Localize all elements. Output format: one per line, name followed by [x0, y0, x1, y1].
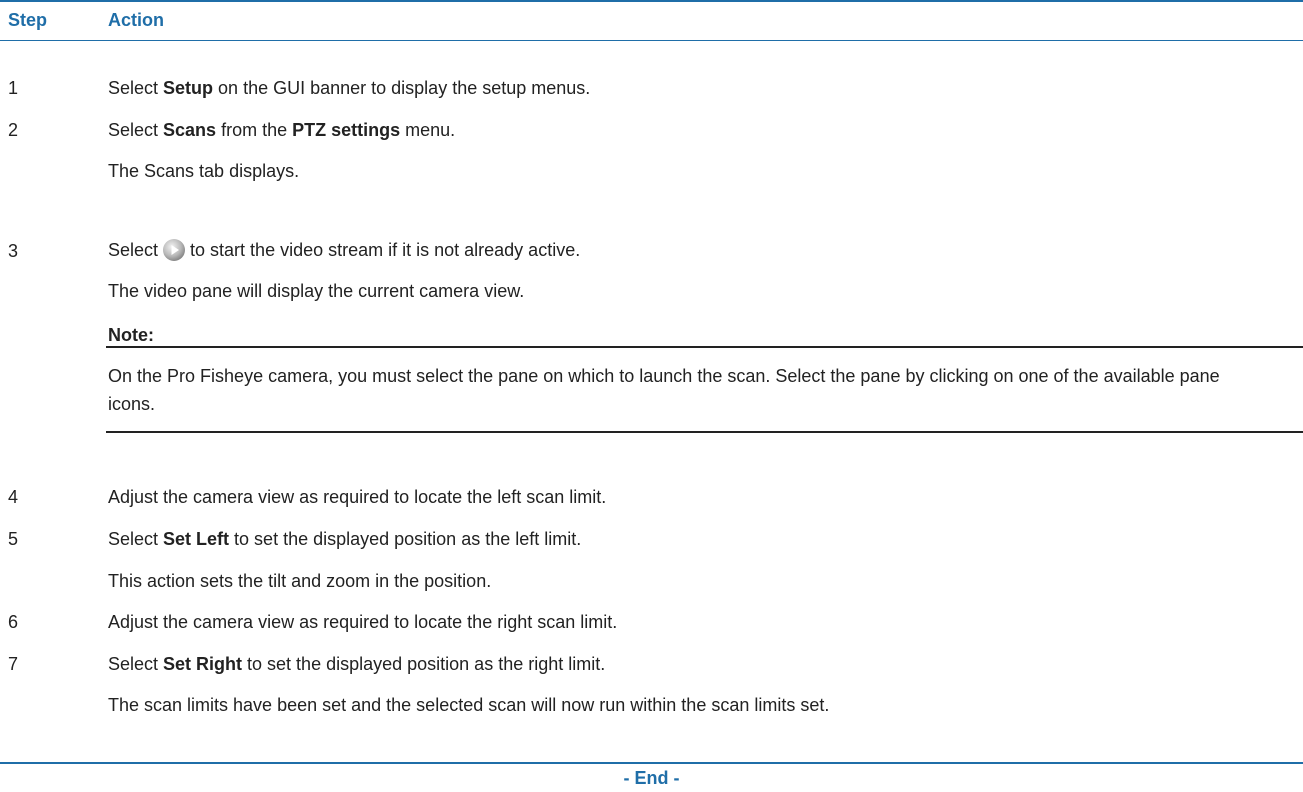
step-2-result: The Scans tab displays.: [108, 161, 300, 181]
set-left-term: Set Left: [163, 529, 230, 549]
setup-term: Setup: [163, 78, 214, 98]
play-button-icon: [162, 238, 186, 262]
step-2-number: 2: [8, 120, 19, 140]
step-5-number: 5: [8, 529, 19, 549]
note-bottom-rule: [106, 431, 1303, 433]
step-column-header: Step: [8, 10, 48, 30]
step-3-action: Select to start the video stream if it is…: [108, 238, 581, 262]
step-4-number: 4: [8, 487, 19, 507]
step-1-number: 1: [8, 78, 19, 98]
step-3-result: The video pane will display the current …: [108, 281, 525, 301]
step-7-action: Select Set Right to set the displayed po…: [108, 654, 606, 674]
step-2-action: Select Scans from the PTZ settings menu.: [108, 120, 456, 140]
step-5-result: This action sets the tilt and zoom in th…: [108, 571, 492, 591]
scans-term: Scans: [163, 120, 217, 140]
header-rule: [0, 40, 1303, 41]
top-rule: [0, 0, 1303, 2]
note-top-rule: [106, 346, 1303, 348]
step-5-action: Select Set Left to set the displayed pos…: [108, 529, 582, 549]
step-7-result: The scan limits have been set and the se…: [108, 695, 830, 715]
set-right-term: Set Right: [163, 654, 243, 674]
step-4-action: Adjust the camera view as required to lo…: [108, 487, 607, 507]
table-header: Step Action: [0, 10, 1303, 36]
step-7-number: 7: [8, 654, 19, 674]
action-column-header: Action: [108, 10, 164, 30]
ptz-settings-term: PTZ settings: [292, 120, 401, 140]
step-6-action: Adjust the camera view as required to lo…: [108, 612, 618, 632]
step-6-number: 6: [8, 612, 19, 632]
note-text: On the Pro Fisheye camera, you must sele…: [108, 366, 1220, 414]
step-3-number: 3: [8, 241, 19, 261]
note-label: Note:: [108, 325, 154, 345]
end-marker: - End -: [623, 768, 680, 788]
step-1-action: Select Setup on the GUI banner to displa…: [108, 78, 591, 98]
end-rule: [0, 762, 1303, 764]
